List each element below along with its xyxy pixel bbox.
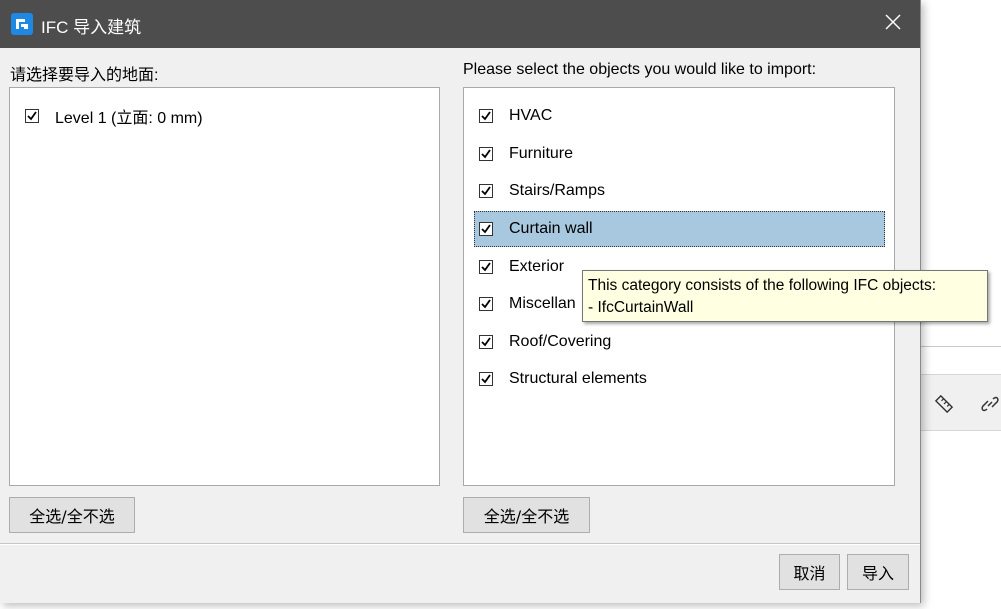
list-item-structural-elements[interactable]: Structural elements [479,361,885,397]
levels-select-all-button[interactable]: 全选/全不选 [9,497,135,533]
stairs-ramps-label: Stairs/Ramps [509,182,606,199]
tooltip-line-2: - IfcCurtainWall [588,299,694,316]
list-item-curtain-wall[interactable]: Curtain wall [474,211,885,247]
category-tooltip: This category consists of the following … [582,270,988,322]
exterior-checkbox[interactable] [479,260,493,274]
furniture-label: Furniture [509,145,574,162]
furniture-checkbox[interactable] [479,147,493,161]
list-item-stairs-ramps[interactable]: Stairs/Ramps [479,173,885,209]
link-icon[interactable] [979,393,1001,415]
list-item-hvac[interactable]: HVAC [479,98,885,134]
levels-list[interactable]: Level 1 (立面: 0 mm) [9,87,440,486]
roof-covering-checkbox[interactable] [479,335,493,349]
hvac-label: HVAC [509,107,553,124]
footer-divider-highlight [0,544,920,545]
ruler-icon[interactable] [933,393,955,415]
structural-elements-checkbox[interactable] [479,372,493,386]
level-1-label: Level 1 (立面: 0 mm) [55,110,203,127]
app-logo-icon [11,13,33,35]
close-icon [885,14,901,35]
stairs-ramps-checkbox[interactable] [479,184,493,198]
list-item-roof-covering[interactable]: Roof/Covering [479,324,885,360]
background-toolbar [921,374,1001,431]
cancel-button[interactable]: 取消 [779,554,840,590]
background-divider [921,346,1001,347]
miscellaneous-checkbox[interactable] [479,297,493,311]
curtain-wall-checkbox[interactable] [479,222,493,236]
exterior-label: Exterior [509,258,565,275]
roof-covering-label: Roof/Covering [509,333,612,350]
close-button[interactable] [870,4,916,44]
dialog-title: IFC 导入建筑 [41,18,142,37]
hvac-checkbox[interactable] [479,109,493,123]
tooltip-line-1: This category consists of the following … [588,277,937,294]
curtain-wall-label: Curtain wall [509,220,593,237]
structural-elements-label: Structural elements [509,370,647,387]
title-bar: IFC 导入建筑 [0,0,920,48]
list-item-furniture[interactable]: Furniture [479,136,885,172]
objects-label: Please select the objects you would like… [463,61,817,78]
levels-label: 请选择要导入的地面: [10,67,159,84]
import-button[interactable]: 导入 [847,554,909,590]
level-1-checkbox[interactable] [25,109,39,123]
objects-select-all-button[interactable]: 全选/全不选 [463,497,590,533]
list-item-level-1[interactable]: Level 1 (立面: 0 mm) [25,98,425,134]
miscellaneous-label: Miscellan [509,295,576,312]
